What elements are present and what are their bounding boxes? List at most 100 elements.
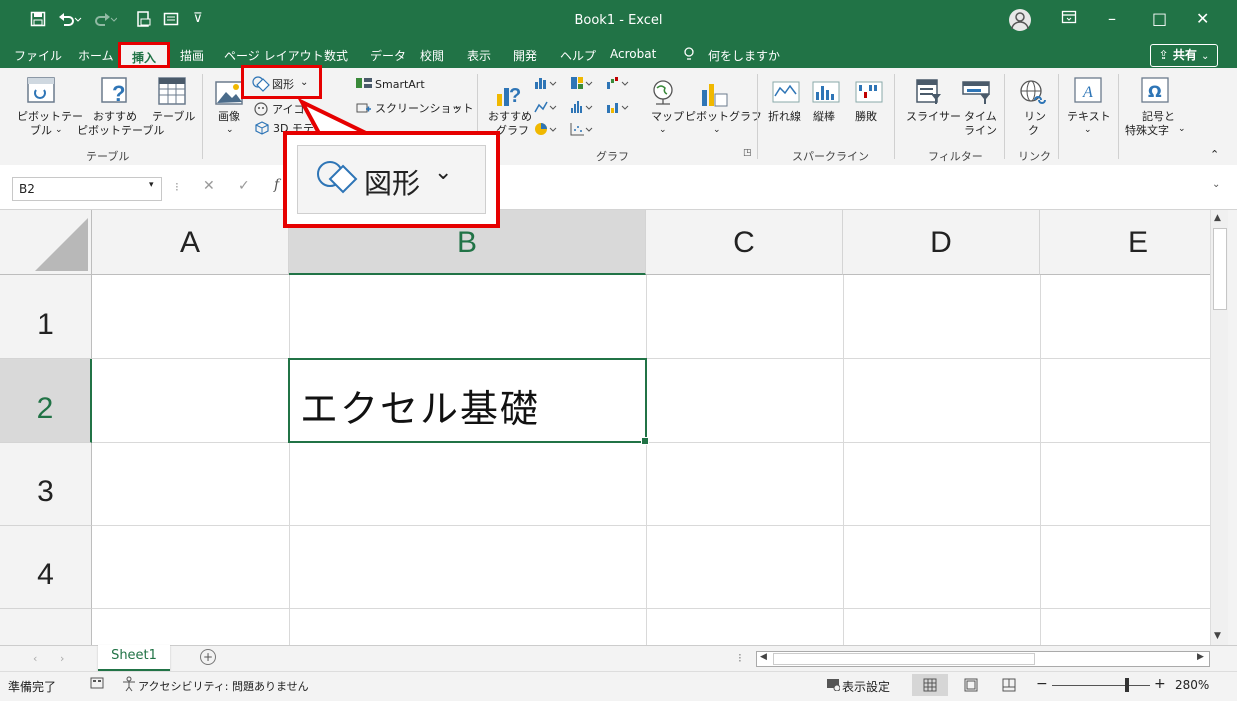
tab-developer[interactable]: 開発 bbox=[513, 47, 537, 64]
insert-function-icon[interactable]: f bbox=[274, 177, 279, 193]
status-accessibility[interactable]: アクセシビリティ: 問題ありません bbox=[138, 678, 309, 694]
minimize-button[interactable]: – bbox=[1108, 9, 1116, 28]
slicer-icon[interactable] bbox=[915, 78, 943, 109]
title-bar: ⊽ Book1 - Excel – □ ✕ bbox=[0, 0, 1237, 42]
scroll-left-icon[interactable]: ◀ bbox=[760, 652, 767, 662]
display-settings-label[interactable]: 表示設定 bbox=[842, 678, 890, 695]
add-sheet-icon[interactable]: + bbox=[200, 649, 216, 665]
macro-record-icon[interactable] bbox=[90, 676, 104, 693]
smartart-icon[interactable] bbox=[356, 77, 372, 92]
tab-review[interactable]: 校閲 bbox=[420, 47, 444, 64]
share-button[interactable]: ⇪ 共有 ⌄ bbox=[1150, 44, 1218, 67]
tab-data[interactable]: データ bbox=[370, 47, 406, 64]
page-layout-view-icon[interactable] bbox=[964, 678, 978, 695]
row-header-3[interactable]: 3 bbox=[0, 443, 92, 526]
row-header-4[interactable]: 4 bbox=[0, 526, 92, 609]
zoom-out-icon[interactable]: − bbox=[1036, 676, 1048, 692]
zoom-slider-thumb[interactable] bbox=[1125, 678, 1129, 692]
cell-b2[interactable]: エクセル基礎 bbox=[288, 358, 649, 445]
tab-view[interactable]: 表示 bbox=[467, 47, 491, 64]
tell-me-search[interactable]: 何をしますか bbox=[708, 47, 780, 64]
column-header-d[interactable]: D bbox=[843, 210, 1040, 275]
svg-text:A: A bbox=[1082, 84, 1093, 101]
horizontal-scrollbar[interactable]: ◀ ▶ bbox=[756, 651, 1210, 667]
expand-formula-bar-icon[interactable]: ⌄ bbox=[1212, 179, 1220, 190]
recommended-pivot-icon[interactable]: ? bbox=[100, 76, 132, 109]
row-header-1[interactable]: 1 bbox=[0, 275, 92, 359]
group-separator bbox=[1058, 74, 1059, 159]
chevron-down-icon: ⌄ bbox=[55, 125, 63, 135]
row-header-5[interactable]: 5 bbox=[0, 609, 92, 645]
combo-chart-icon[interactable] bbox=[606, 100, 634, 117]
maps-icon[interactable] bbox=[651, 80, 675, 109]
text-box-icon[interactable]: A bbox=[1073, 76, 1103, 107]
zoom-in-icon[interactable]: + bbox=[1154, 676, 1166, 692]
table-icon[interactable] bbox=[157, 76, 187, 109]
scroll-down-icon[interactable]: ▼ bbox=[1214, 631, 1221, 641]
separator-dots-icon: ⁝ bbox=[175, 180, 179, 194]
scatter-chart-icon[interactable] bbox=[570, 122, 598, 139]
tab-draw[interactable]: 描画 bbox=[180, 47, 204, 64]
scroll-thumb[interactable] bbox=[773, 653, 1035, 665]
vertical-scrollbar[interactable]: ▲ ▼ bbox=[1210, 210, 1228, 645]
user-avatar-icon[interactable] bbox=[1009, 9, 1031, 31]
sheet-tab-sheet1[interactable]: Sheet1 bbox=[98, 645, 170, 671]
select-all-button[interactable] bbox=[0, 210, 92, 275]
name-box[interactable]: B2 ▾ bbox=[12, 177, 162, 201]
sparkline-line-icon[interactable] bbox=[772, 80, 800, 107]
maximize-button[interactable]: □ bbox=[1152, 9, 1167, 28]
ribbon-display-icon[interactable] bbox=[1061, 9, 1077, 29]
hierarchy-chart-icon[interactable] bbox=[570, 76, 598, 93]
sparkline-column-icon[interactable] bbox=[812, 80, 840, 107]
close-button[interactable]: ✕ bbox=[1196, 9, 1209, 28]
gridline bbox=[92, 525, 1210, 526]
lightbulb-icon[interactable] bbox=[683, 47, 695, 64]
cancel-icon[interactable]: ✕ bbox=[203, 178, 215, 194]
waterfall-chart-icon[interactable] bbox=[606, 76, 634, 93]
tab-acrobat[interactable]: Acrobat bbox=[610, 47, 656, 61]
recommended-charts-icon[interactable]: ? bbox=[495, 80, 525, 111]
tab-page-layout[interactable]: ページ レイアウト bbox=[224, 47, 324, 64]
timeline-icon[interactable] bbox=[962, 80, 992, 109]
scroll-right-icon[interactable]: ▶ bbox=[1197, 652, 1204, 662]
omega-icon[interactable]: Ω bbox=[1140, 76, 1170, 107]
group-label-links: リンク bbox=[1018, 150, 1051, 163]
normal-view-button[interactable] bbox=[912, 674, 948, 696]
statistic-chart-icon[interactable] bbox=[570, 100, 598, 117]
smartart-label[interactable]: SmartArt bbox=[375, 78, 425, 91]
pivot-table-icon[interactable] bbox=[26, 76, 58, 109]
display-settings-icon[interactable] bbox=[826, 677, 841, 694]
enter-icon[interactable]: ✓ bbox=[238, 178, 250, 194]
collapse-ribbon-icon[interactable]: ⌃ bbox=[1210, 148, 1219, 161]
column-header-c[interactable]: C bbox=[646, 210, 843, 275]
tab-help[interactable]: ヘルプ bbox=[560, 47, 596, 64]
column-header-e[interactable]: E bbox=[1040, 210, 1210, 275]
scroll-thumb[interactable] bbox=[1213, 228, 1227, 310]
worksheet-grid[interactable]: A B C D E 1 2 3 4 5 エクセル基礎 bbox=[0, 210, 1210, 645]
sparkline-winloss-icon[interactable] bbox=[855, 80, 883, 107]
scroll-right-icon[interactable]: › bbox=[60, 652, 64, 665]
tab-insert[interactable]: 挿入 bbox=[118, 42, 170, 68]
column-chart-icon[interactable] bbox=[534, 76, 562, 93]
link-icon[interactable] bbox=[1018, 78, 1048, 111]
zoom-level[interactable]: 280% bbox=[1175, 678, 1209, 692]
pie-chart-icon[interactable] bbox=[534, 122, 562, 139]
dialog-launcher-icon[interactable]: ◳ bbox=[743, 148, 752, 158]
scroll-up-icon[interactable]: ▲ bbox=[1214, 213, 1221, 223]
column-header-a[interactable]: A bbox=[92, 210, 289, 275]
tab-file[interactable]: ファイル bbox=[14, 47, 62, 64]
ribbon-tab-bar: ファイル ホーム 挿入 描画 ページ レイアウト 数式 データ 校閲 表示 開発… bbox=[0, 42, 1237, 68]
line-chart-icon[interactable] bbox=[534, 100, 562, 117]
fill-handle[interactable] bbox=[641, 437, 649, 445]
pivot-table-label-2: ブル bbox=[30, 124, 52, 137]
tab-home[interactable]: ホーム bbox=[78, 47, 114, 64]
chevron-down-icon: ⌄ bbox=[1201, 51, 1210, 62]
tab-formulas[interactable]: 数式 bbox=[324, 47, 348, 64]
scroll-left-icon[interactable]: ‹ bbox=[33, 652, 37, 665]
accessibility-icon[interactable] bbox=[121, 676, 137, 695]
row-header-2[interactable]: 2 bbox=[0, 359, 92, 443]
page-break-view-icon[interactable] bbox=[1002, 678, 1016, 695]
pivot-chart-icon[interactable] bbox=[700, 80, 730, 111]
chevron-down-icon: ⌄ bbox=[453, 101, 462, 112]
zoom-slider-track[interactable] bbox=[1052, 685, 1150, 686]
